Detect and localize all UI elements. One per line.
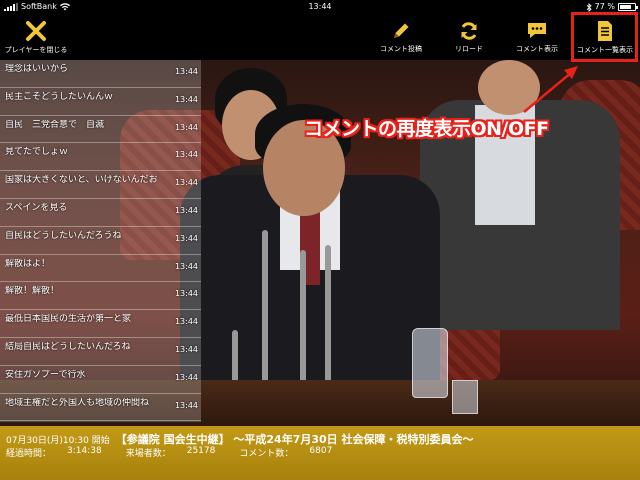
comment-row[interactable]: 国家は大きくないと、いけないんだお 13:44 xyxy=(0,171,201,199)
comment-text: 解散！解散！ xyxy=(5,286,60,297)
comment-row[interactable]: 結局自民はどうしたいんだろね 13:44 xyxy=(0,338,201,366)
bluetooth-icon xyxy=(586,2,592,12)
comment-time: 13:44 xyxy=(174,344,198,354)
annotation-label: コメントの再度表示ON/OFF xyxy=(304,118,549,140)
reload-label: リロード xyxy=(455,44,483,53)
comment-row[interactable]: 自民 三党合意で 自滅 13:44 xyxy=(0,116,201,144)
comment-time: 13:44 xyxy=(174,67,198,76)
battery-status: 77 % xyxy=(586,0,638,14)
comment-text: スペインを見る xyxy=(5,202,68,213)
comment-row[interactable]: 解散！解散！ 13:44 xyxy=(0,282,201,311)
microphone xyxy=(300,250,306,390)
microphone xyxy=(262,230,268,390)
elapsed-value: 3:14:38 xyxy=(67,446,102,456)
close-icon xyxy=(26,20,46,41)
comment-row[interactable]: 理念はいいから 13:44 xyxy=(0,60,201,88)
battery-percent: 77 % xyxy=(594,2,615,11)
visitors-label: 来場者数： xyxy=(125,449,171,459)
water-glass xyxy=(452,380,478,414)
comment-time: 13:44 xyxy=(174,400,198,410)
pencil-icon xyxy=(394,23,409,38)
comment-count-label: コメント数： xyxy=(239,449,294,459)
comment-text: 自民はどうしたいんだろうね xyxy=(5,230,122,241)
comment-text: 最低日本国民の生活が第一と家 xyxy=(5,314,132,325)
comment-time: 13:44 xyxy=(174,372,198,382)
reload-icon xyxy=(461,21,477,40)
comment-row[interactable]: 自民はどうしたいんだろうね 13:44 xyxy=(0,227,201,255)
comment-list-panel[interactable]: 理念はいいから 13:44 民主こそどうしたいんんｗ 13:44 自民 三党合意で 自滅… xyxy=(0,60,201,422)
program-info-bar: 07月30日(月)10:30 開始 【参議院 国会生中継】 〜平成24年7月30日… xyxy=(0,426,640,480)
comment-text: 理念はいいから xyxy=(5,64,69,74)
comment-time: 13:44 xyxy=(174,289,198,299)
comment-time: 13:44 xyxy=(174,205,198,215)
comment-row[interactable]: スペインを見る 13:44 xyxy=(0,199,201,227)
program-title: 【参議院 国会生中継】 〜平成24年7月30日 社会保障・税特別委員会〜 xyxy=(115,433,474,446)
clock: 13:44 xyxy=(308,2,332,11)
comment-text: 自民 三党合意で 自滅 xyxy=(5,119,105,130)
comment-text: 民主こそどうしたいんんｗ xyxy=(5,91,114,102)
program-stats: 経過時間： 3:14:38 来場者数： 25178 コメント数： 6807 xyxy=(6,446,356,459)
elapsed-label: 経過時間： xyxy=(6,449,52,459)
program-heading: 07月30日(月)10:30 開始 【参議院 国会生中継】 〜平成24年7月30日… xyxy=(6,431,474,447)
comment-text: 国家は大きくないと、いけないんだお xyxy=(5,175,158,186)
comment-time: 13:44 xyxy=(174,150,198,160)
post-comment-button[interactable]: コメント投稿 xyxy=(373,14,429,60)
comment-time: 13:44 xyxy=(174,178,198,188)
comment-time: 13:44 xyxy=(174,317,198,327)
comment-text: 安住ガソプーで行水 xyxy=(5,369,86,380)
comment-row[interactable]: 最低日本国民の生活が第一と家 13:44 xyxy=(0,310,201,338)
comment-row[interactable]: 地域主権だと外国人も地域の仲間ね 13:44 xyxy=(0,394,201,422)
post-comment-label: コメント投稿 xyxy=(380,44,422,53)
comment-row[interactable]: 解散はよ！ 13:44 xyxy=(0,255,201,283)
comment-row[interactable]: 民主こそどうしたいんんｗ 13:44 xyxy=(0,88,201,116)
close-player-label: プレイヤーを閉じる xyxy=(4,45,68,54)
player-toolbar: プレイヤーを閉じる コメント投稿 リロード コメント表示 コメント一覧表示 xyxy=(0,14,640,60)
show-comments-button[interactable]: コメント表示 xyxy=(509,14,565,60)
document-list-icon xyxy=(598,20,612,41)
comment-text: 見てたでしょｗ xyxy=(5,147,69,158)
comment-text: 解散はよ！ xyxy=(5,258,51,269)
comment-count-value: 6807 xyxy=(309,446,333,456)
comment-list-label: コメント一覧表示 xyxy=(577,45,633,54)
comment-time: 13:44 xyxy=(174,122,198,132)
battery-icon xyxy=(618,3,638,11)
comment-row[interactable]: 安住ガソプーで行水 13:44 xyxy=(0,366,201,394)
status-bar: SoftBank 13:44 77 % xyxy=(0,0,640,14)
comment-row[interactable]: 見てたでしょｗ 13:44 xyxy=(0,143,201,172)
close-player-button[interactable]: プレイヤーを閉じる xyxy=(4,14,68,60)
comment-text: 結局自民はどうしたいんだろね xyxy=(5,341,131,352)
comment-text: 地域主権だと外国人も地域の仲間ね xyxy=(5,397,150,408)
show-comments-label: コメント表示 xyxy=(516,44,558,53)
microphone xyxy=(325,245,331,390)
speech-bubble-icon xyxy=(528,22,546,38)
comment-time: 13:44 xyxy=(174,261,198,271)
start-time: 07月30日(月)10:30 開始 xyxy=(6,436,110,446)
comment-list-button[interactable]: コメント一覧表示 xyxy=(573,14,637,60)
comment-time: 13:44 xyxy=(174,233,198,243)
visitors-value: 25178 xyxy=(186,446,216,456)
water-pitcher xyxy=(412,328,448,398)
reload-button[interactable]: リロード xyxy=(441,14,497,60)
comment-time: 13:44 xyxy=(174,94,198,104)
